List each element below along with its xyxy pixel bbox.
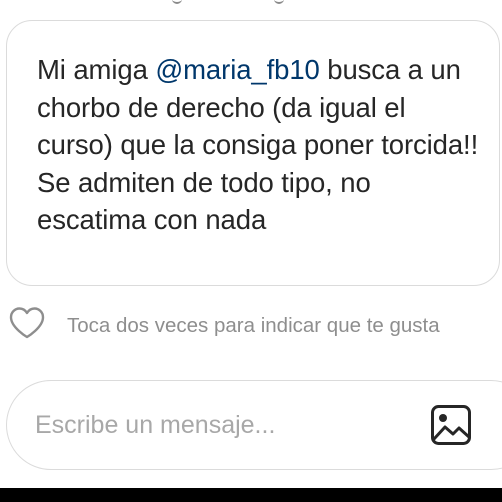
direct-message-screen: Mi amiga @maria_fb10 busca a un chorbo d… bbox=[0, 0, 502, 502]
system-navigation-bar bbox=[0, 488, 502, 502]
text-fragment bbox=[274, 0, 284, 4]
heart-outline-icon[interactable] bbox=[8, 306, 46, 340]
message-bubble[interactable]: Mi amiga @maria_fb10 busca a un chorbo d… bbox=[6, 20, 500, 286]
like-hint-row: Toca dos veces para indicar que te gusta bbox=[0, 304, 502, 344]
message-text: Mi amiga @maria_fb10 busca a un chorbo d… bbox=[37, 51, 487, 239]
text-fragment bbox=[172, 0, 182, 4]
message-input[interactable] bbox=[35, 405, 415, 445]
user-mention-link[interactable]: @maria_fb10 bbox=[155, 54, 320, 85]
message-text-start: Mi amiga bbox=[37, 54, 156, 85]
previous-content-fragment bbox=[0, 0, 502, 8]
message-composer bbox=[6, 380, 502, 470]
image-gallery-icon[interactable] bbox=[429, 403, 473, 447]
like-hint-text: Toca dos veces para indicar que te gusta bbox=[67, 314, 440, 337]
